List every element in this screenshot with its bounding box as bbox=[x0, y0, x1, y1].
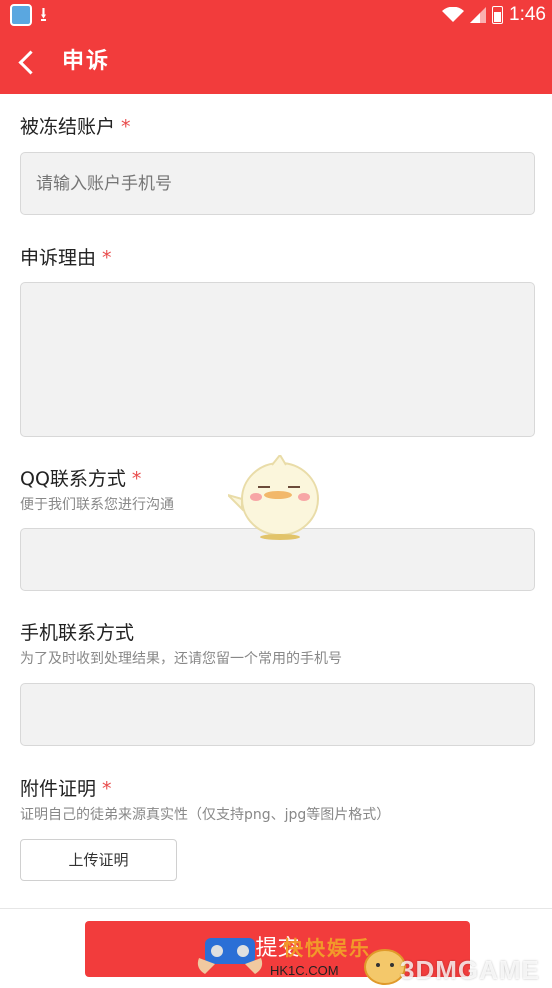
divider bbox=[0, 908, 552, 909]
signal-icon bbox=[470, 7, 487, 23]
attachment-label-text: 附件证明 bbox=[20, 778, 97, 800]
gamepad-watermark-icon bbox=[197, 938, 263, 974]
phone-hint: 为了及时收到处理结果，还请您留一个常用的手机号 bbox=[20, 651, 342, 667]
download-icon: ⭳ bbox=[40, 2, 47, 26]
required-marker: * bbox=[102, 778, 112, 800]
phone-input[interactable] bbox=[20, 683, 535, 746]
clock: 1:46 bbox=[509, 4, 546, 25]
phone-label: 手机联系方式 bbox=[20, 622, 135, 644]
phone-field-group: 手机联系方式 为了及时收到处理结果，还请您留一个常用的手机号 bbox=[20, 620, 535, 668]
app-header: 申诉 bbox=[0, 30, 552, 94]
account-phone-input[interactable] bbox=[20, 152, 535, 215]
back-arrow-icon[interactable] bbox=[14, 46, 44, 78]
required-marker: * bbox=[102, 247, 112, 269]
watermark-site: HK1C.COM bbox=[270, 963, 339, 978]
wifi-icon bbox=[442, 7, 465, 22]
battery-icon bbox=[492, 6, 504, 24]
upload-proof-button[interactable]: 上传证明 bbox=[20, 839, 177, 881]
account-label-text: 被冻结账户 bbox=[20, 116, 116, 138]
reason-field-group: 申诉理由 * bbox=[20, 245, 535, 271]
attachment-hint: 证明自己的徒弟来源真实性（仅支持png、jpg等图片格式） bbox=[20, 807, 391, 823]
status-indicators: 1:46 bbox=[442, 3, 546, 27]
reason-label: 申诉理由 * bbox=[20, 245, 535, 271]
qq-label-text: QQ联系方式 bbox=[20, 468, 126, 490]
app-notification-icon bbox=[10, 4, 32, 26]
required-marker: * bbox=[131, 468, 142, 490]
page-title: 申诉 bbox=[62, 49, 111, 74]
attachment-label: 附件证明 * bbox=[20, 776, 535, 802]
mascot-watermark-icon bbox=[228, 455, 319, 540]
attachment-field-group: 附件证明 * 证明自己的徒弟来源真实性（仅支持png、jpg等图片格式） bbox=[20, 776, 535, 824]
watermark-brand: 快快娱乐 bbox=[283, 936, 371, 960]
account-label: 被冻结账户 * bbox=[20, 114, 535, 140]
watermark-3dmgame: 3DMGAME bbox=[400, 955, 540, 985]
account-field-group: 被冻结账户 * bbox=[20, 114, 535, 140]
status-bar: ⭳ 1:46 bbox=[0, 0, 552, 30]
reason-label-text: 申诉理由 bbox=[20, 247, 97, 269]
required-marker: * bbox=[121, 116, 131, 138]
reason-textarea[interactable] bbox=[20, 282, 535, 437]
